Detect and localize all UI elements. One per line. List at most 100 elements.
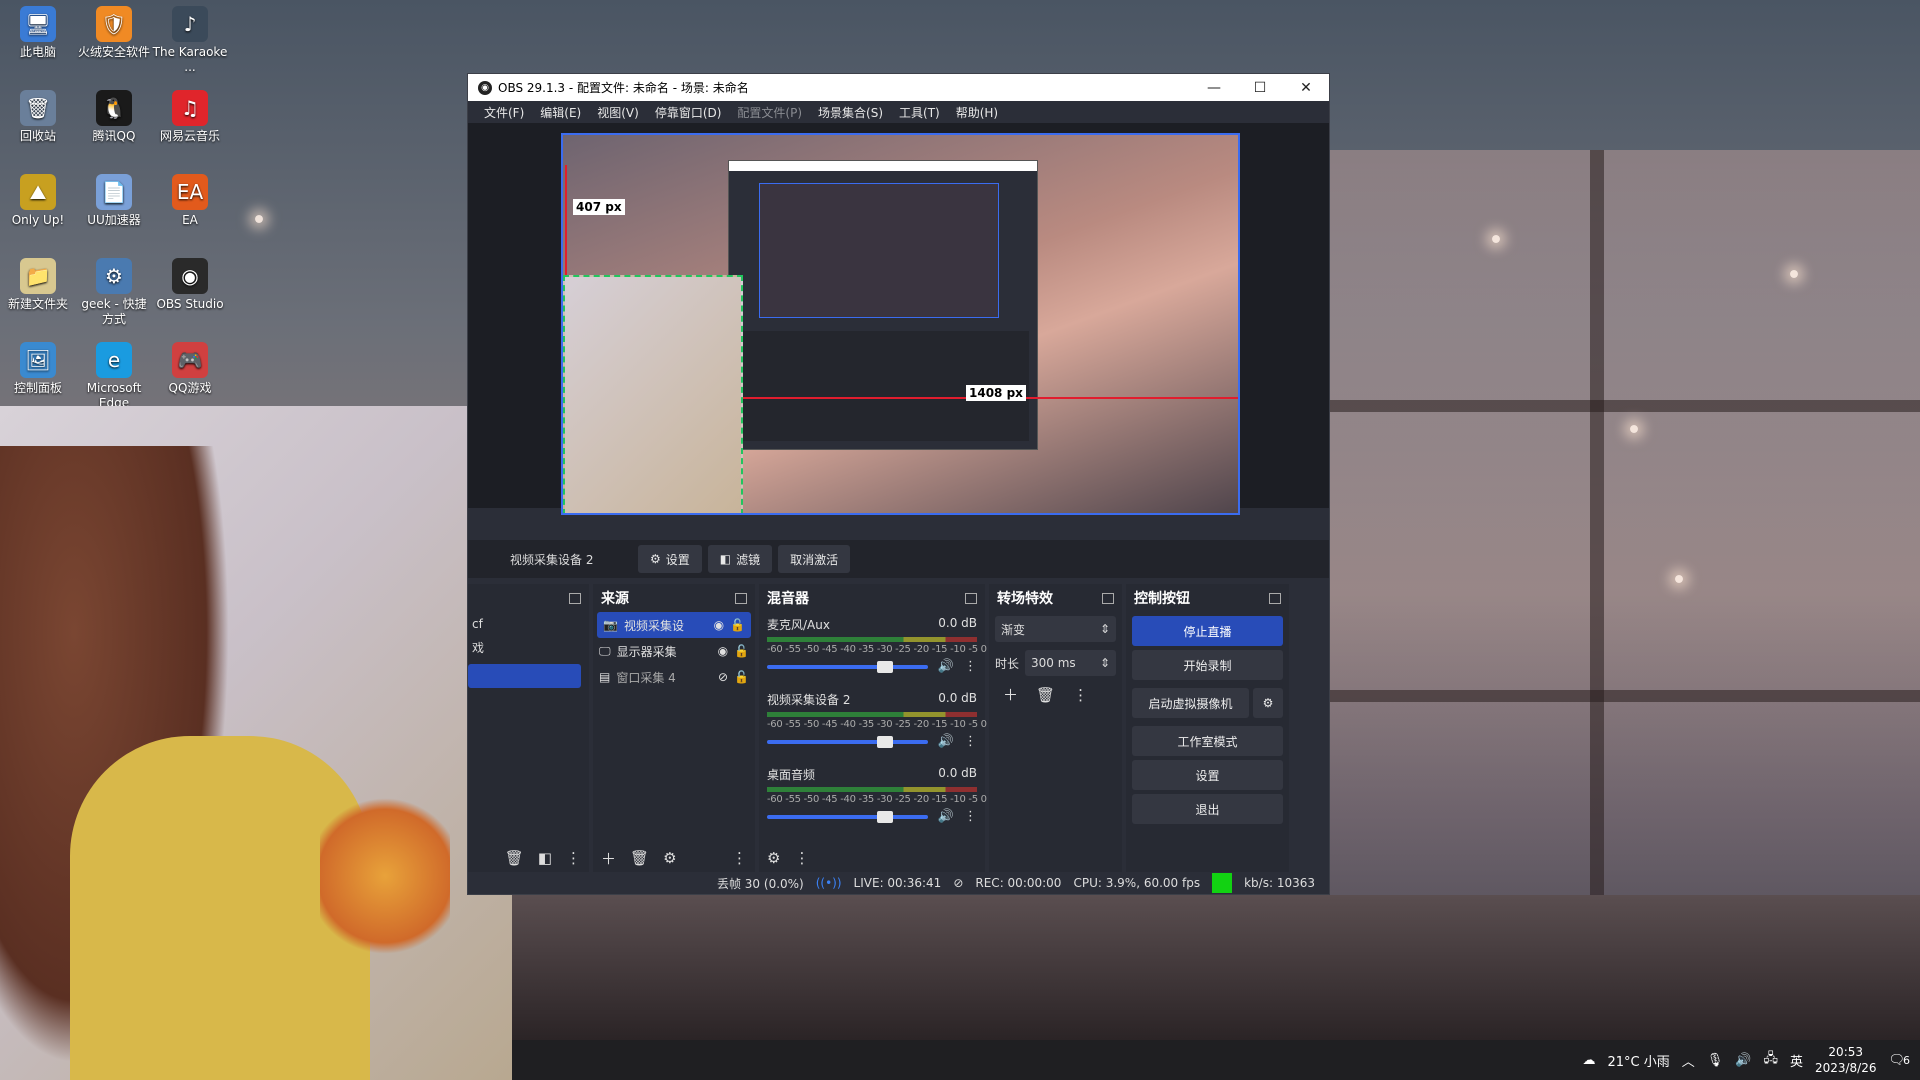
transition-select[interactable]: 渐变 ⇕: [995, 616, 1116, 642]
lock-icon[interactable]: 🔓: [734, 670, 749, 684]
eye-icon[interactable]: ◉: [714, 618, 724, 632]
filter-icon[interactable]: ◧: [538, 849, 552, 867]
more-icon[interactable]: ⋮: [794, 849, 809, 867]
volume-icon[interactable]: 🔊: [1735, 1053, 1751, 1068]
source-item-window-capture[interactable]: ▤ 窗口采集 4 ⊘ 🔓: [593, 664, 755, 690]
chevron-up-icon[interactable]: ︿: [1682, 1051, 1695, 1070]
trash-icon[interactable]: 🗑: [505, 849, 524, 867]
close-button[interactable]: ✕: [1283, 74, 1329, 101]
scene-item[interactable]: 戏: [468, 636, 589, 660]
rec-time: REC: 00:00:00: [975, 876, 1062, 890]
add-icon[interactable]: ＋: [601, 848, 616, 869]
desktop-icon[interactable]: ♪ The Karaoke ...: [152, 6, 228, 75]
app-icon: EA: [172, 174, 208, 210]
scene-item-active[interactable]: [468, 664, 581, 688]
distance-label-top: 407 px: [573, 199, 625, 215]
more-icon[interactable]: ⋮: [566, 849, 581, 867]
ime-indicator[interactable]: 英: [1790, 1051, 1803, 1070]
deactivate-button[interactable]: 取消激活: [778, 545, 851, 573]
desktop-icon[interactable]: ⚙ geek - 快捷方式: [76, 258, 152, 327]
desktop-icon[interactable]: e Microsoft Edge: [76, 342, 152, 411]
trash-icon[interactable]: 🗑: [1036, 686, 1055, 704]
dropped-frames: 丢帧 30 (0.0%): [716, 876, 804, 891]
speaker-icon[interactable]: 🔊: [938, 659, 954, 674]
more-icon[interactable]: ⋮: [964, 734, 977, 749]
desktop-icon[interactable]: 🎮 QQ游戏: [152, 342, 228, 396]
scenes-footer: 🗑 ◧ ⋮: [468, 842, 589, 874]
network-icon[interactable]: 🖧: [1763, 1049, 1778, 1071]
desktop-icon[interactable]: ♫ 网易云音乐: [152, 90, 228, 144]
advanced-audio-icon[interactable]: ⚙: [767, 849, 780, 867]
lock-icon[interactable]: 🔓: [730, 618, 745, 632]
more-icon[interactable]: ⋮: [964, 659, 977, 674]
title-bar[interactable]: ◉ OBS 29.1.3 - 配置文件: 未命名 - 场景: 未命名 — ☐ ✕: [468, 74, 1329, 101]
eye-hidden-icon[interactable]: ⊘: [718, 670, 728, 684]
mixer-channel-desktop: 桌面音频 0.0 dB -60 -55 -50 -45 -40 -35 -30 -…: [759, 762, 987, 837]
source-settings-button[interactable]: ⚙ 设置: [638, 545, 702, 573]
channel-db: 0.0 dB: [938, 616, 977, 630]
volume-slider[interactable]: [767, 735, 928, 748]
docks-row: 场景 cf 戏 🗑 ◧ ⋮ 来源 📷 视频采集设 ◉ 🔓: [468, 584, 1329, 874]
start-virtual-camera-button[interactable]: 启动虚拟摄像机: [1132, 688, 1249, 718]
menu-docks[interactable]: 停靠窗口(D): [647, 104, 730, 121]
desktop-icon[interactable]: 🛡 火绒安全软件: [76, 6, 152, 60]
more-icon[interactable]: ⋮: [964, 809, 977, 824]
webcam-overlay: [0, 406, 512, 1080]
desktop-icon[interactable]: 🐧 腾讯QQ: [76, 90, 152, 144]
lock-icon[interactable]: 🔓: [734, 644, 749, 658]
studio-mode-button[interactable]: 工作室模式: [1132, 726, 1283, 756]
menu-tools[interactable]: 工具(T): [891, 104, 948, 121]
more-icon[interactable]: ⋮: [732, 849, 747, 867]
trash-icon[interactable]: 🗑: [630, 849, 649, 867]
preview-canvas[interactable]: 407 px 1408 px: [561, 133, 1240, 515]
add-icon[interactable]: ＋: [1003, 684, 1018, 705]
undock-icon[interactable]: [1269, 592, 1281, 604]
stop-streaming-button[interactable]: 停止直播: [1132, 616, 1283, 646]
scene-item[interactable]: cf: [468, 612, 589, 636]
preview-area[interactable]: 407 px 1408 px: [468, 123, 1329, 515]
duration-spinbox[interactable]: 300 ms ⇕: [1025, 650, 1116, 676]
volume-slider[interactable]: [767, 660, 928, 673]
undock-icon[interactable]: [569, 592, 581, 604]
undock-icon[interactable]: [965, 592, 977, 604]
undock-icon[interactable]: [1102, 592, 1114, 604]
desktop-icon[interactable]: 📁 新建文件夹: [0, 258, 76, 312]
speaker-icon[interactable]: 🔊: [938, 734, 954, 749]
source-filters-button[interactable]: ◧ 滤镜: [707, 545, 773, 573]
source-item-video-capture[interactable]: 📷 视频采集设 ◉ 🔓: [597, 612, 751, 638]
menu-scene-collection[interactable]: 场景集合(S): [810, 104, 891, 121]
menu-view[interactable]: 视图(V): [589, 104, 647, 121]
menu-edit[interactable]: 编辑(E): [532, 104, 589, 121]
stream-health-indicator: [1212, 873, 1233, 893]
desktop-icon[interactable]: EA EA: [152, 174, 228, 228]
desktop-icon[interactable]: 🗑 回收站: [0, 90, 76, 144]
speaker-icon[interactable]: 🔊: [938, 809, 954, 824]
gear-icon[interactable]: ⚙: [663, 849, 676, 867]
menu-file[interactable]: 文件(F): [476, 104, 532, 121]
transitions-header: 转场特效: [989, 584, 1122, 612]
desktop-icon[interactable]: 🖼 控制面板: [0, 342, 76, 396]
desktop-icon[interactable]: 🖥 此电脑: [0, 6, 76, 60]
undock-icon[interactable]: [735, 592, 747, 604]
exit-button[interactable]: 退出: [1132, 794, 1283, 824]
selected-source-bounds[interactable]: [563, 275, 743, 513]
volume-slider[interactable]: [767, 810, 928, 823]
app-icon: 🐧: [96, 90, 132, 126]
microphone-icon[interactable]: 🎙: [1707, 1053, 1724, 1068]
virtual-camera-settings-button[interactable]: ⚙: [1253, 688, 1283, 718]
minimize-button[interactable]: —: [1191, 74, 1237, 101]
start-recording-button[interactable]: 开始录制: [1132, 650, 1283, 680]
desktop-icon[interactable]: 📄 UU加速器: [76, 174, 152, 228]
maximize-button[interactable]: ☐: [1237, 74, 1283, 101]
more-icon[interactable]: ⋮: [1073, 686, 1088, 704]
weather-text[interactable]: 21°C 小雨: [1607, 1051, 1669, 1070]
desktop-icon[interactable]: ⛰ Only Up!: [0, 174, 76, 228]
weather-icon[interactable]: ☁: [1582, 1053, 1595, 1068]
settings-button[interactable]: 设置: [1132, 760, 1283, 790]
eye-icon[interactable]: ◉: [718, 644, 728, 658]
clock[interactable]: 20:53 2023/8/26: [1815, 1044, 1877, 1076]
guide-line: [565, 165, 567, 275]
source-item-display-capture[interactable]: 🖵 显示器采集 ◉ 🔓: [593, 638, 755, 664]
menu-help[interactable]: 帮助(H): [948, 104, 1006, 121]
desktop-icon[interactable]: ◉ OBS Studio: [152, 258, 228, 312]
